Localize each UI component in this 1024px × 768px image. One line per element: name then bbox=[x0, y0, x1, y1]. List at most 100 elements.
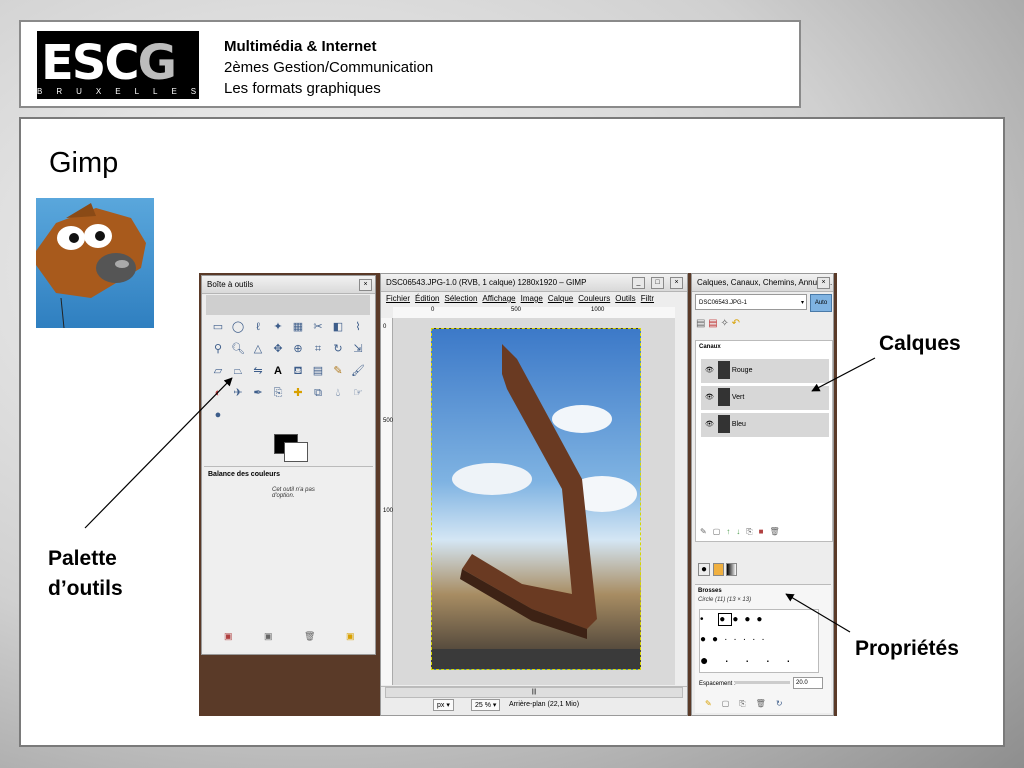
tab-gradients-icon[interactable] bbox=[726, 563, 738, 576]
blur-icon[interactable]: 💧︎ bbox=[329, 384, 347, 402]
ink-icon[interactable]: ✒ bbox=[249, 384, 267, 402]
image-select[interactable]: DSC06543.JPG-1 ▾ bbox=[695, 294, 807, 310]
crop-icon[interactable]: ⌗ bbox=[309, 340, 327, 358]
scissors-icon[interactable]: ✂ bbox=[309, 318, 327, 336]
zoom-select[interactable]: 25 % ▾ bbox=[471, 699, 501, 711]
menu-couleurs[interactable]: Couleurs bbox=[578, 294, 610, 303]
unit-select[interactable]: px ▾ bbox=[433, 699, 454, 711]
dodge-burn-icon[interactable]: ● bbox=[209, 406, 227, 424]
logo-subtitle: BRUXELLES bbox=[37, 87, 211, 96]
bucket-fill-icon[interactable]: ⛾ bbox=[289, 362, 307, 380]
delete-channel-icon[interactable]: 🗑︎ bbox=[770, 527, 786, 536]
measure-icon[interactable]: △ bbox=[249, 340, 267, 358]
pencil-icon[interactable]: ✎ bbox=[329, 362, 347, 380]
raise-channel-icon[interactable]: ↑ bbox=[726, 527, 736, 536]
fuzzy-select-icon[interactable]: ✦ bbox=[269, 318, 287, 336]
lower-channel-icon[interactable]: ↓ bbox=[736, 527, 746, 536]
toolbox-wilber-banner bbox=[206, 295, 370, 315]
paths-icon[interactable]: ⌇ bbox=[349, 318, 367, 336]
eye-icon[interactable]: 👁︎ bbox=[705, 421, 714, 428]
spacing-input[interactable]: 20.0 bbox=[793, 677, 823, 689]
delete-brush-icon[interactable]: 🗑︎ bbox=[756, 699, 776, 708]
menu-fichier[interactable]: Fichier bbox=[386, 294, 410, 303]
menu-affichage[interactable]: Affichage bbox=[482, 294, 515, 303]
paintbrush-icon[interactable]: 🖌︎ bbox=[349, 362, 367, 380]
scale-icon[interactable]: ⇲ bbox=[349, 340, 367, 358]
toolbox-title: Boîte à outils bbox=[207, 280, 254, 289]
brush-icon[interactable]: ● bbox=[718, 613, 733, 626]
rect-select-icon[interactable]: ▭ bbox=[209, 318, 227, 336]
shear-icon[interactable]: ▱ bbox=[209, 362, 227, 380]
clone-icon[interactable]: ⎘ bbox=[269, 384, 287, 402]
maximize-icon[interactable]: □ bbox=[651, 277, 664, 289]
brush-icon[interactable]: ● · · · · bbox=[700, 652, 797, 668]
duplicate-brush-icon[interactable]: ⎘ bbox=[739, 699, 755, 708]
align-icon[interactable]: ⊕ bbox=[289, 340, 307, 358]
channel-row[interactable]: 👁︎ Bleu bbox=[701, 413, 829, 437]
close-icon[interactable]: × bbox=[670, 277, 683, 289]
brushes-title: Brosses bbox=[698, 588, 722, 594]
tab-patterns-icon[interactable] bbox=[712, 563, 724, 576]
tab-paths-icon[interactable]: ✧ bbox=[720, 318, 728, 329]
close-icon[interactable]: × bbox=[359, 279, 372, 291]
smudge-icon[interactable]: ☞ bbox=[349, 384, 367, 402]
color-picker-icon[interactable]: ⚲ bbox=[209, 340, 227, 358]
heal-icon[interactable]: ✚ bbox=[289, 384, 307, 402]
background-color-swatch[interactable] bbox=[284, 442, 308, 462]
toolbox-titlebar: Boîte à outils × bbox=[202, 276, 375, 294]
eraser-icon[interactable]: ◐ bbox=[209, 384, 227, 402]
minimize-icon[interactable]: _ bbox=[632, 277, 645, 289]
rotate-icon[interactable]: ↻ bbox=[329, 340, 347, 358]
close-icon[interactable]: × bbox=[817, 277, 830, 289]
header-line-3: Les formats graphiques bbox=[224, 80, 381, 97]
perspective-icon[interactable]: ⏢ bbox=[229, 362, 247, 380]
brush-grid[interactable]: • ●●●● ●●····· ● · · · · bbox=[699, 609, 819, 673]
save-options-icon[interactable]: ▣ bbox=[224, 631, 233, 642]
menu-edition[interactable]: Édition bbox=[415, 294, 439, 303]
horizontal-scrollbar[interactable]: ||| bbox=[385, 687, 683, 698]
move-icon[interactable]: ✥ bbox=[269, 340, 287, 358]
tab-layers-icon[interactable]: ▤ bbox=[696, 318, 705, 329]
menu-selection[interactable]: Sélection bbox=[444, 294, 477, 303]
duplicate-channel-icon[interactable]: ⎘ bbox=[746, 527, 758, 536]
spacing-slider[interactable] bbox=[735, 681, 790, 684]
sculpture-frame-graphic bbox=[432, 344, 640, 669]
reset-options-icon[interactable]: ▣ bbox=[346, 631, 355, 642]
tab-undo-icon[interactable]: ↶ bbox=[732, 318, 740, 329]
new-channel-icon[interactable]: ▢ bbox=[713, 527, 727, 536]
menu-filtres[interactable]: Filtr bbox=[641, 294, 654, 303]
text-icon[interactable]: A bbox=[269, 362, 287, 380]
tab-brushes-icon[interactable]: ● bbox=[698, 563, 711, 576]
brush-icon[interactable]: ●●····· bbox=[700, 634, 771, 645]
menu-calque[interactable]: Calque bbox=[548, 294, 573, 303]
channel-row[interactable]: 👁︎ Vert bbox=[701, 386, 829, 410]
vertical-ruler[interactable]: 0 500 1000 bbox=[381, 318, 396, 685]
edit-brush-icon[interactable]: ✎ bbox=[705, 699, 722, 708]
menu-image[interactable]: Image bbox=[521, 294, 543, 303]
tab-channels-icon[interactable]: ▤ bbox=[708, 318, 717, 329]
channel-row[interactable]: 👁︎ Rouge bbox=[701, 359, 829, 383]
restore-options-icon[interactable]: ▣ bbox=[264, 631, 273, 642]
refresh-brushes-icon[interactable]: ↻ bbox=[776, 699, 793, 708]
airbrush-icon[interactable]: ✈ bbox=[229, 384, 247, 402]
new-brush-icon[interactable]: ▢ bbox=[722, 699, 740, 708]
label-proprietes: Propriétés bbox=[855, 637, 959, 660]
perspective-clone-icon[interactable]: ⧉ bbox=[309, 384, 327, 402]
edit-channel-icon[interactable]: ✎ bbox=[700, 527, 713, 536]
color-select-icon[interactable]: ▦ bbox=[289, 318, 307, 336]
lasso-icon[interactable]: ℓ bbox=[249, 318, 267, 336]
to-selection-icon[interactable]: ■ bbox=[759, 527, 770, 536]
delete-options-icon[interactable]: 🗑︎ bbox=[304, 631, 315, 642]
auto-button[interactable]: Auto bbox=[810, 294, 832, 312]
flip-icon[interactable]: ⇋ bbox=[249, 362, 267, 380]
eye-icon[interactable]: 👁︎ bbox=[705, 394, 714, 401]
eye-icon[interactable]: 👁︎ bbox=[705, 367, 714, 374]
blend-icon[interactable]: ▤ bbox=[309, 362, 327, 380]
ellipse-select-icon[interactable]: ◯ bbox=[229, 318, 247, 336]
zoom-icon[interactable]: 🔍︎ bbox=[229, 340, 247, 358]
brush-icon[interactable]: ●●● bbox=[732, 614, 768, 625]
image-canvas[interactable] bbox=[393, 318, 675, 685]
foreground-select-icon[interactable]: ◧ bbox=[329, 318, 347, 336]
menu-outils[interactable]: Outils bbox=[615, 294, 635, 303]
brush-icon[interactable]: • bbox=[700, 614, 718, 625]
